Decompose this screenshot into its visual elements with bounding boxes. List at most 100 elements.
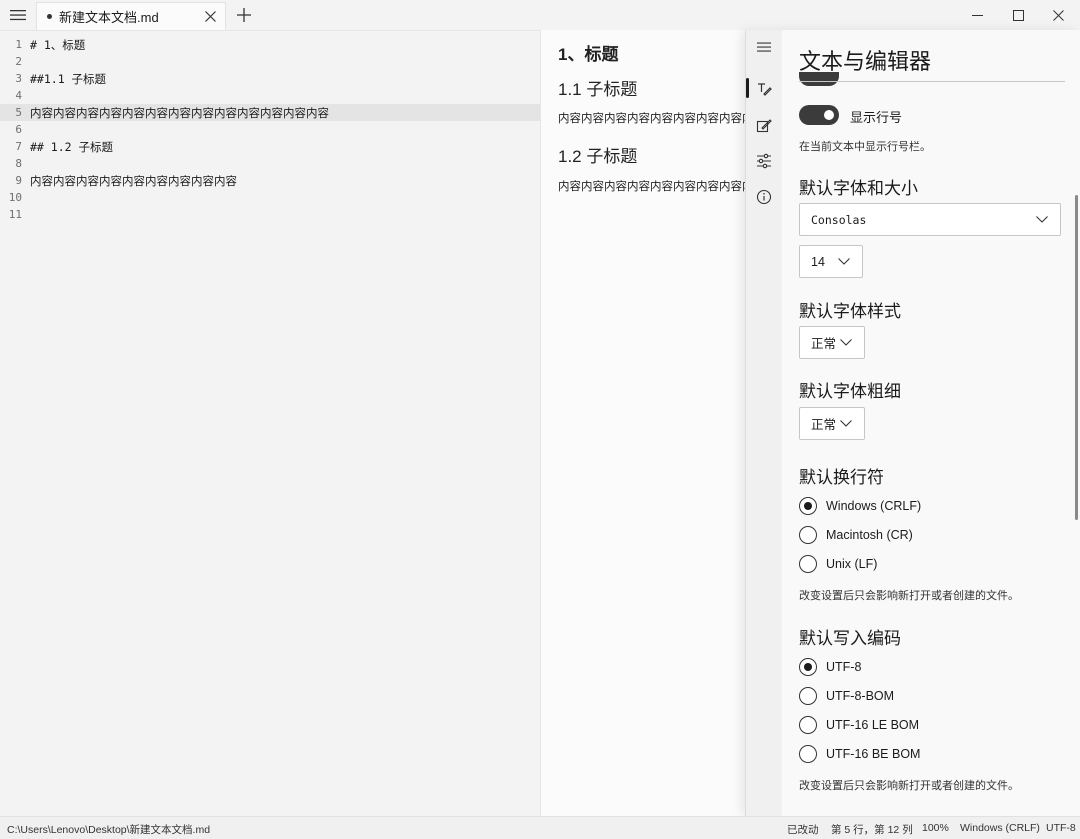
font-weight-value: 正常 (811, 418, 837, 432)
line-ending-desc: 改变设置后只会影响新打开或者创建的文件。 (799, 590, 1019, 602)
editor-line[interactable]: 1 # 1、标题 (0, 36, 540, 53)
font-size-value: 14 (811, 254, 825, 269)
radio-unchecked-icon (799, 687, 817, 705)
font-style-heading: 默认字体样式 (799, 302, 901, 321)
line-number: 2 (15, 55, 22, 68)
editor-line[interactable]: 11 (0, 206, 540, 223)
settings-scrollbar[interactable] (1075, 195, 1078, 520)
line-ending-indicator[interactable]: Windows (CRLF) (960, 822, 1040, 834)
font-style-value: 正常 (811, 337, 837, 351)
toggle-knob (824, 110, 834, 120)
radio-option[interactable]: Unix (LF) (799, 554, 877, 574)
tab-title: 新建文本文档.md (59, 10, 159, 25)
preview-paragraph: 内容内容内容内容内容内容内容内容内容 (558, 181, 745, 193)
nav-text-editor[interactable] (746, 73, 782, 105)
line-number: 4 (15, 89, 22, 102)
modified-status: 已改动 (787, 824, 819, 836)
font-family-value: Consolas (811, 212, 867, 227)
tab-document[interactable]: 新建文本文档.md (36, 2, 226, 30)
title-divider (799, 81, 1065, 82)
nav-about[interactable] (746, 181, 782, 213)
line-number: 6 (15, 123, 22, 136)
nav-personalization[interactable] (746, 110, 782, 142)
editor-line[interactable]: 9 内容内容内容内容内容内容内容内容内容 (0, 172, 540, 189)
line-text: ##1.1 子标题 (30, 71, 107, 86)
line-number: 10 (8, 191, 22, 204)
radio-option[interactable]: UTF-8 (799, 657, 861, 677)
scrolled-toggle-partial[interactable] (799, 72, 839, 86)
close-window-button[interactable] (1038, 0, 1078, 30)
info-icon (756, 189, 772, 205)
maximize-button[interactable] (998, 0, 1038, 30)
markdown-preview: 1、标题 1.1 子标题 内容内容内容内容内容内容内容内容内容内容内容内容内容 … (540, 30, 745, 816)
close-icon (204, 11, 216, 22)
radio-unchecked-icon (799, 526, 817, 544)
editor-line[interactable]: 2 (0, 53, 540, 70)
unsaved-indicator-icon (47, 14, 52, 19)
line-number: 8 (15, 157, 22, 170)
text-editor[interactable]: 1 # 1、标题 2 3 ##1.1 子标题 4 5 内容内容内容内容内容内容内容内容内容内容… (0, 30, 540, 816)
advanced-sliders-icon (757, 153, 771, 169)
encoding-indicator[interactable]: UTF-8 (1046, 822, 1076, 834)
font-weight-select[interactable]: 正常 (799, 407, 865, 440)
radio-option[interactable]: Windows (CRLF) (799, 496, 921, 516)
settings-nav-rail (746, 30, 782, 816)
preview-heading-1: 1、标题 (558, 45, 619, 64)
editor-line[interactable]: 10 (0, 189, 540, 206)
radio-checked-icon (799, 497, 817, 515)
font-weight-heading: 默认字体粗细 (799, 382, 901, 401)
font-style-select[interactable]: 正常 (799, 326, 865, 359)
zoom-level[interactable]: 100% (922, 822, 949, 834)
cursor-position[interactable]: 第 5 行，第 12 列 (831, 822, 913, 837)
line-number: 3 (15, 72, 22, 85)
line-number: 11 (8, 208, 22, 221)
chevron-down-icon (836, 414, 856, 434)
chevron-down-icon (836, 333, 856, 353)
settings-menu-button[interactable] (746, 31, 782, 63)
tab-close-button[interactable] (197, 4, 223, 30)
show-line-numbers-desc: 在当前文本中显示行号栏。 (799, 141, 931, 153)
line-number: 5 (15, 106, 22, 119)
radio-option[interactable]: UTF-8-BOM (799, 686, 894, 706)
minimize-button[interactable] (957, 0, 997, 30)
editor-line[interactable]: 8 (0, 155, 540, 172)
radio-label: Windows (CRLF) (826, 499, 922, 513)
preview-paragraph: 内容内容内容内容内容内容内容内容内容内容内容内容内容 (558, 113, 745, 125)
font-family-select[interactable]: Consolas (799, 203, 1061, 236)
editor-line[interactable]: 3 ##1.1 子标题 (0, 70, 540, 87)
radio-option[interactable]: Macintosh (CR) (799, 525, 913, 545)
radio-label: Macintosh (CR) (826, 528, 913, 542)
line-text: # 1、标题 (30, 37, 86, 52)
editor-line[interactable]: 5 内容内容内容内容内容内容内容内容内容内容内容内容内容 (0, 104, 540, 121)
preview-heading-2: 1.1 子标题 (558, 80, 638, 99)
editor-line[interactable]: 6 (0, 121, 540, 138)
encoding-desc: 改变设置后只会影响新打开或者创建的文件。 (799, 780, 1019, 792)
radio-option[interactable]: UTF-16 BE BOM (799, 744, 920, 764)
line-number: 7 (15, 140, 22, 153)
line-text: ## 1.2 子标题 (30, 139, 113, 154)
text-editor-icon (758, 83, 772, 96)
radio-label: Unix (LF) (826, 557, 878, 571)
hamburger-icon (10, 10, 26, 21)
nav-advanced[interactable] (746, 145, 782, 177)
file-path: C:\Users\Lenovo\Desktop\新建文本文档.md (7, 824, 211, 836)
show-line-numbers-toggle[interactable] (799, 105, 839, 125)
radio-dot (804, 663, 812, 671)
main-menu-button[interactable] (0, 0, 36, 30)
radio-label: UTF-8-BOM (826, 689, 895, 703)
font-size-select[interactable]: 14 (799, 245, 863, 278)
line-ending-heading: 默认换行符 (799, 468, 884, 487)
chevron-down-icon (834, 252, 854, 272)
show-line-numbers-label: 显示行号 (850, 110, 903, 125)
radio-unchecked-icon (799, 716, 817, 734)
radio-unchecked-icon (799, 555, 817, 573)
radio-dot (804, 502, 812, 510)
minimize-icon (971, 14, 983, 16)
editor-line[interactable]: 4 (0, 87, 540, 104)
personalize-icon (756, 119, 772, 133)
editor-line[interactable]: 7 ## 1.2 子标题 (0, 138, 540, 155)
radio-label: UTF-16 BE BOM (826, 747, 921, 761)
radio-option[interactable]: UTF-16 LE BOM (799, 715, 919, 735)
radio-checked-icon (799, 658, 817, 676)
new-tab-button[interactable] (230, 2, 258, 28)
